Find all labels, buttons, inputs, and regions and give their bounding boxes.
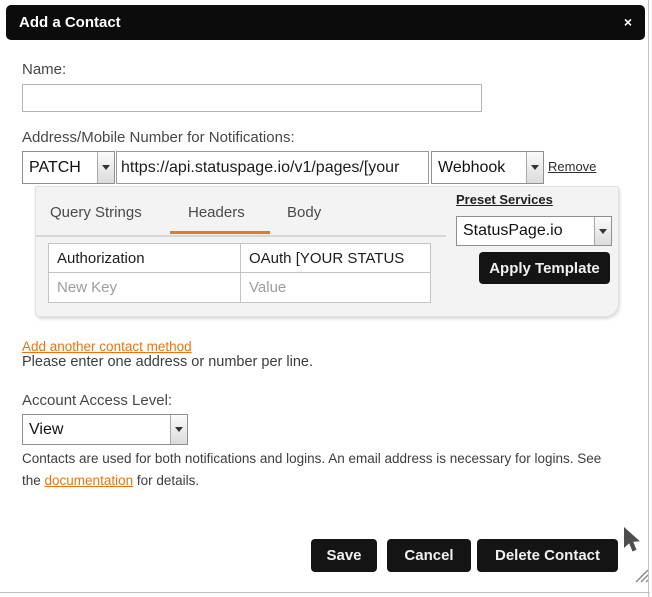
dialog-title: Add a Contact [19,5,121,40]
access-level-label: Account Access Level: [22,392,172,409]
remove-contact-link[interactable]: Remove [548,159,596,174]
chevron-down-icon [170,415,187,444]
preset-services-select-value: StatusPage.io [457,217,594,245]
header-value-input[interactable] [240,243,431,273]
delete-contact-button[interactable]: Delete Contact [477,539,618,572]
chevron-down-icon [594,217,611,245]
chevron-down-icon [526,152,543,183]
dialog-right-edge[interactable] [648,0,649,597]
http-method-select-value: PATCH [23,152,97,183]
add-another-contact-link[interactable]: Add another contact method [22,339,192,354]
tab-query-strings[interactable]: Query Strings [50,204,142,221]
contact-type-select[interactable]: Webhook [431,151,544,184]
add-contact-dialog: Add a Contact × Name: Address/Mobile Num… [0,0,652,597]
documentation-link[interactable]: documentation [45,473,134,488]
dialog-bottom-edge[interactable] [0,592,650,593]
tab-body[interactable]: Body [287,204,321,221]
address-hint-text: Please enter one address or number per l… [22,354,313,370]
mouse-cursor-icon [621,526,643,556]
footer-note: Contacts are used for both notifications… [22,448,614,491]
webhook-url-input[interactable] [116,151,429,184]
name-label: Name: [22,61,66,78]
address-label: Address/Mobile Number for Notifications: [22,129,295,146]
footer-note-text-after: for details. [133,473,199,488]
tab-divider [36,235,446,237]
access-level-select-value: View [23,415,170,444]
active-tab-underline [170,231,270,234]
apply-template-button[interactable]: Apply Template [479,252,610,284]
access-level-select[interactable]: View [22,414,188,445]
preset-services-select[interactable]: StatusPage.io [456,216,612,246]
save-button[interactable]: Save [311,539,377,572]
chevron-down-icon [97,152,114,183]
dialog-titlebar[interactable]: Add a Contact × [6,5,645,40]
tab-headers[interactable]: Headers [188,204,245,221]
http-method-select[interactable]: PATCH [22,151,115,184]
cancel-button[interactable]: Cancel [387,539,471,572]
preset-services-label: Preset Services [456,192,553,207]
header-key-input[interactable] [48,243,241,273]
new-header-key-input[interactable] [48,272,241,303]
contact-type-select-value: Webhook [432,152,526,183]
name-input[interactable] [22,84,482,112]
close-icon[interactable]: × [624,5,632,40]
new-header-value-input[interactable] [240,272,431,303]
